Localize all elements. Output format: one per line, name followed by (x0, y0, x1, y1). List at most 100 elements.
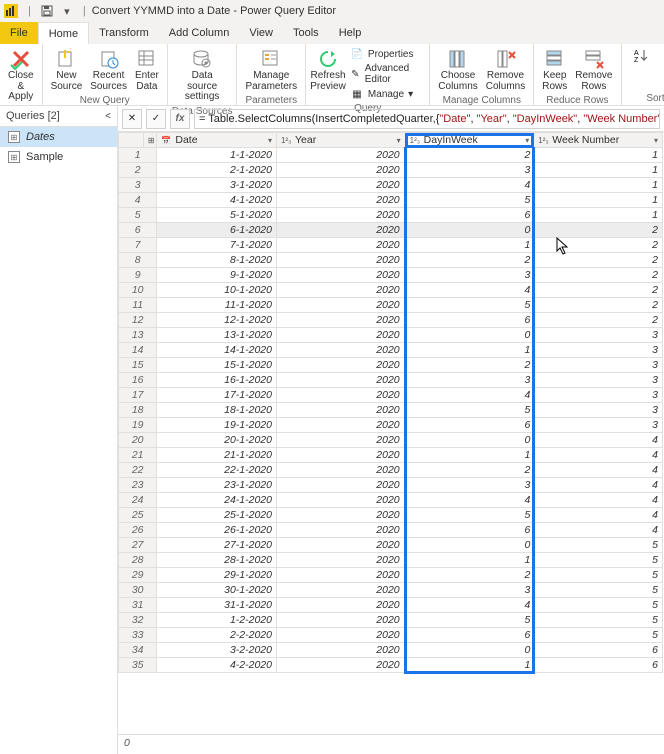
tab-add-column[interactable]: Add Column (159, 22, 240, 44)
table-row[interactable]: 33-1-2020202041 (119, 178, 663, 193)
save-button[interactable] (38, 2, 56, 20)
row-number[interactable]: 2 (119, 163, 157, 178)
tab-file[interactable]: File (0, 22, 38, 44)
cell[interactable]: 3 (405, 478, 534, 493)
row-number[interactable]: 35 (119, 658, 157, 673)
cell[interactable]: 2020 (276, 193, 405, 208)
cell[interactable]: 5 (534, 568, 663, 583)
table-row[interactable]: 2727-1-2020202005 (119, 538, 663, 553)
cell[interactable]: 3-2-2020 (157, 643, 277, 658)
row-number[interactable]: 9 (119, 268, 157, 283)
cell[interactable]: 3-1-2020 (157, 178, 277, 193)
cell[interactable]: 2020 (276, 553, 405, 568)
row-number[interactable]: 10 (119, 283, 157, 298)
filter-dropdown-icon[interactable]: ▾ (397, 136, 401, 145)
manage-query-button[interactable]: ▦Manage ▾ (350, 86, 421, 102)
cell[interactable]: 0 (405, 643, 534, 658)
row-number[interactable]: 7 (119, 238, 157, 253)
cell[interactable]: 2 (405, 463, 534, 478)
table-row[interactable]: 11-1-2020202021 (119, 148, 663, 163)
cell[interactable]: 2020 (276, 658, 405, 673)
collapse-pane-icon[interactable]: < (105, 111, 111, 122)
row-number[interactable]: 27 (119, 538, 157, 553)
cell[interactable]: 6 (405, 628, 534, 643)
table-row[interactable]: 321-2-2020202055 (119, 613, 663, 628)
cell[interactable]: 2020 (276, 298, 405, 313)
table-row[interactable]: 343-2-2020202006 (119, 643, 663, 658)
cell[interactable]: 1 (405, 553, 534, 568)
cell[interactable]: 2020 (276, 523, 405, 538)
cell[interactable]: 11-1-2020 (157, 298, 277, 313)
corner-cell[interactable] (119, 133, 144, 148)
formula-commit-button[interactable]: ✓ (146, 109, 166, 129)
cell[interactable]: 22-1-2020 (157, 463, 277, 478)
data-grid[interactable]: ⊞ 📅Date▾ 1²₃Year▾ 1²₃DayInWeek▾ 1²₃Week … (118, 132, 664, 734)
table-row[interactable]: 2828-1-2020202015 (119, 553, 663, 568)
cell[interactable]: 4 (534, 448, 663, 463)
row-number[interactable]: 3 (119, 178, 157, 193)
cell[interactable]: 2 (534, 268, 663, 283)
properties-button[interactable]: 📄Properties (350, 46, 421, 62)
cell[interactable]: 9-1-2020 (157, 268, 277, 283)
cell[interactable]: 19-1-2020 (157, 418, 277, 433)
cell[interactable]: 2 (405, 148, 534, 163)
cell[interactable]: 5 (534, 553, 663, 568)
cell[interactable]: 6 (405, 523, 534, 538)
new-source-button[interactable]: ✦ New Source (47, 46, 87, 94)
cell[interactable]: 8-1-2020 (157, 253, 277, 268)
cell[interactable]: 1-1-2020 (157, 148, 277, 163)
row-number[interactable]: 4 (119, 193, 157, 208)
cell[interactable]: 4 (405, 388, 534, 403)
row-number[interactable]: 31 (119, 598, 157, 613)
cell[interactable]: 1-2-2020 (157, 613, 277, 628)
row-number[interactable]: 15 (119, 358, 157, 373)
tab-home[interactable]: Home (38, 22, 89, 44)
row-number[interactable]: 12 (119, 313, 157, 328)
cell[interactable]: 0 (405, 433, 534, 448)
column-header-date[interactable]: 📅Date▾ (157, 133, 277, 148)
cell[interactable]: 4 (534, 478, 663, 493)
cell[interactable]: 2-2-2020 (157, 628, 277, 643)
cell[interactable]: 1 (534, 178, 663, 193)
cell[interactable]: 2020 (276, 178, 405, 193)
table-row[interactable]: 1111-1-2020202052 (119, 298, 663, 313)
table-row[interactable]: 2626-1-2020202064 (119, 523, 663, 538)
cell[interactable]: 2020 (276, 598, 405, 613)
tab-view[interactable]: View (239, 22, 283, 44)
row-number[interactable]: 24 (119, 493, 157, 508)
table-row[interactable]: 332-2-2020202065 (119, 628, 663, 643)
cell[interactable]: 23-1-2020 (157, 478, 277, 493)
table-row[interactable]: 2323-1-2020202034 (119, 478, 663, 493)
cell[interactable]: 2020 (276, 268, 405, 283)
cell[interactable]: 4-1-2020 (157, 193, 277, 208)
cell[interactable]: 5-1-2020 (157, 208, 277, 223)
cell[interactable]: 30-1-2020 (157, 583, 277, 598)
cell[interactable]: 6 (405, 418, 534, 433)
tab-help[interactable]: Help (329, 22, 372, 44)
cell[interactable]: 4 (405, 178, 534, 193)
cell[interactable]: 2 (534, 238, 663, 253)
cell[interactable]: 0 (405, 223, 534, 238)
cell[interactable]: 3 (534, 373, 663, 388)
cell[interactable]: 1 (405, 238, 534, 253)
cell[interactable]: 6 (405, 208, 534, 223)
cell[interactable]: 5 (534, 613, 663, 628)
cell[interactable]: 16-1-2020 (157, 373, 277, 388)
cell[interactable]: 2020 (276, 313, 405, 328)
cell[interactable]: 2-1-2020 (157, 163, 277, 178)
cell[interactable]: 2020 (276, 223, 405, 238)
cell[interactable]: 14-1-2020 (157, 343, 277, 358)
cell[interactable]: 2020 (276, 403, 405, 418)
cell[interactable]: 12-1-2020 (157, 313, 277, 328)
table-row[interactable]: 2525-1-2020202054 (119, 508, 663, 523)
query-item-sample[interactable]: ⊞ Sample (0, 147, 117, 167)
row-number[interactable]: 21 (119, 448, 157, 463)
cell[interactable]: 4 (534, 463, 663, 478)
table-row[interactable]: 1717-1-2020202043 (119, 388, 663, 403)
row-number[interactable]: 29 (119, 568, 157, 583)
remove-rows-button[interactable]: Remove Rows (571, 46, 616, 94)
cell[interactable]: 1 (534, 163, 663, 178)
cell[interactable]: 6-1-2020 (157, 223, 277, 238)
table-row[interactable]: 22-1-2020202031 (119, 163, 663, 178)
cell[interactable]: 1 (405, 343, 534, 358)
